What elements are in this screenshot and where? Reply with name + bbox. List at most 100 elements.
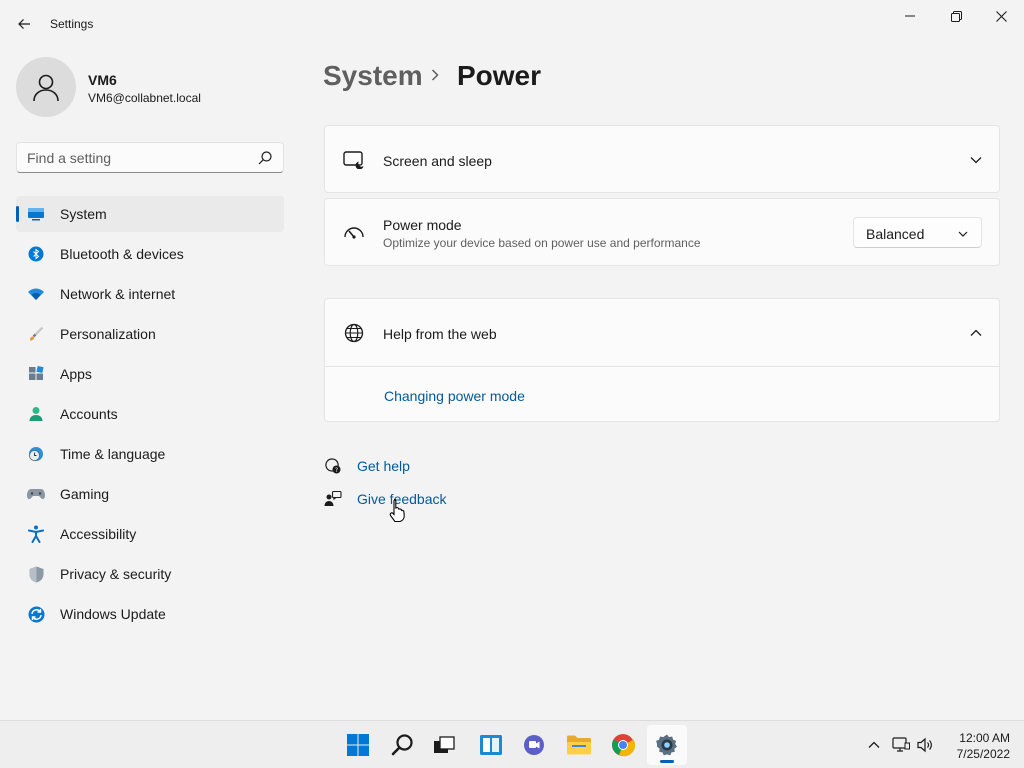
file-explorer-button[interactable] [559, 725, 599, 765]
changing-power-mode-link[interactable]: Changing power mode [384, 388, 525, 404]
network-tray-button[interactable] [891, 735, 911, 755]
search-input[interactable] [17, 143, 247, 172]
back-button[interactable] [10, 10, 38, 38]
search-box[interactable] [16, 142, 284, 173]
sidebar-item-network[interactable]: Network & internet [16, 276, 284, 312]
power-mode-title: Power mode [383, 217, 462, 233]
sidebar-nav: System Bluetooth & devices Network & int… [16, 196, 284, 636]
sidebar-item-label: Bluetooth & devices [60, 246, 184, 262]
speaker-icon [917, 737, 932, 753]
power-mode-description: Optimize your device based on power use … [383, 236, 701, 250]
task-view-button[interactable] [424, 725, 464, 765]
close-button[interactable] [978, 0, 1024, 32]
sidebar-item-label: Privacy & security [60, 566, 172, 582]
settings-icon [656, 734, 677, 756]
show-hidden-icons-button[interactable] [864, 735, 884, 755]
sidebar-item-label: Accounts [60, 406, 118, 422]
get-help-link[interactable]: Get help [357, 458, 410, 474]
task-view-icon [434, 736, 455, 753]
taskbar: 12:00 AM 7/25/2022 [0, 720, 1024, 768]
close-icon [995, 10, 1007, 22]
sidebar-item-windows-update[interactable]: Windows Update [16, 596, 284, 632]
globe-icon [343, 322, 365, 344]
start-button[interactable] [338, 725, 378, 765]
accounts-icon [27, 405, 45, 423]
search-icon[interactable] [257, 150, 273, 166]
screen-sleep-card[interactable]: Screen and sleep [324, 125, 1000, 193]
clock-globe-icon [27, 445, 45, 463]
teams-chat-icon [524, 735, 544, 755]
file-explorer-icon [567, 735, 591, 755]
breadcrumb-system[interactable]: System [323, 60, 423, 92]
ethernet-icon [892, 737, 910, 752]
sidebar-item-label: Accessibility [60, 526, 137, 542]
get-help-icon: ? [324, 457, 342, 475]
power-mode-card: Power mode Optimize your device based on… [324, 198, 1000, 266]
sidebar-item-bluetooth[interactable]: Bluetooth & devices [16, 236, 284, 272]
user-name: VM6 [88, 72, 117, 88]
sidebar-item-label: System [60, 206, 107, 222]
gamepad-icon [27, 485, 45, 503]
system-icon [27, 205, 45, 223]
restore-icon [950, 10, 962, 22]
avatar[interactable] [16, 57, 76, 117]
sidebar-item-label: Time & language [60, 446, 166, 462]
sidebar-item-label: Gaming [60, 486, 110, 502]
svg-text:?: ? [335, 467, 338, 474]
taskbar-search-button[interactable] [383, 725, 423, 765]
sidebar-item-time-language[interactable]: Time & language [16, 436, 284, 472]
user-icon [33, 74, 59, 102]
page-title: Power [457, 60, 542, 91]
hand-cursor-icon [389, 498, 405, 522]
brush-icon [27, 325, 45, 343]
help-from-web-header[interactable]: Help from the web [325, 299, 999, 366]
settings-taskbar-button[interactable] [647, 725, 687, 765]
sidebar-item-label: Personalization [60, 326, 156, 342]
sidebar-item-system[interactable]: System [16, 196, 284, 232]
chevron-right-icon [431, 69, 439, 81]
clock-time: 12:00 AM [959, 731, 1010, 745]
power-mode-dropdown[interactable]: Balanced [853, 217, 982, 248]
user-email: VM6@collabnet.local [88, 91, 201, 105]
sidebar-item-gaming[interactable]: Gaming [16, 476, 284, 512]
minimize-button[interactable] [887, 0, 933, 32]
clock-date: 7/25/2022 [956, 747, 1010, 761]
power-mode-selected-value: Balanced [866, 226, 925, 242]
sidebar-item-apps[interactable]: Apps [16, 356, 284, 392]
sidebar-item-accessibility[interactable]: Accessibility [16, 516, 284, 552]
screen-sleep-title: Screen and sleep [383, 153, 492, 169]
get-help-row[interactable]: ? Get help [324, 457, 410, 475]
sidebar-item-accounts[interactable]: Accounts [16, 396, 284, 432]
give-feedback-row[interactable]: Give feedback [324, 490, 447, 508]
app-title: Settings [50, 17, 94, 31]
volume-tray-button[interactable] [916, 735, 936, 755]
sidebar-item-personalization[interactable]: Personalization [16, 316, 284, 352]
system-clock[interactable]: 12:00 AM 7/25/2022 [944, 730, 1010, 762]
chrome-button[interactable] [603, 725, 643, 765]
widgets-icon [480, 735, 502, 755]
sidebar-item-label: Apps [60, 366, 92, 382]
help-from-web-title: Help from the web [383, 326, 497, 342]
chevron-down-icon [970, 157, 982, 164]
search-icon [391, 734, 413, 756]
feedback-icon [324, 490, 342, 508]
minimize-icon [905, 15, 915, 17]
title-bar: Settings [0, 0, 1024, 48]
chevron-down-icon [958, 231, 968, 237]
card-divider [325, 366, 999, 367]
sidebar-item-label: Network & internet [60, 286, 176, 302]
sidebar-item-label: Windows Update [60, 606, 166, 622]
accessibility-icon [27, 525, 45, 543]
speedometer-icon [343, 222, 365, 244]
sidebar-item-privacy-security[interactable]: Privacy & security [16, 556, 284, 592]
back-arrow-icon [18, 19, 30, 29]
update-icon [27, 605, 45, 623]
wifi-icon [27, 285, 45, 303]
restore-button[interactable] [933, 0, 979, 32]
screen-sleep-icon [343, 149, 365, 171]
shield-icon [27, 565, 45, 583]
chrome-icon [612, 734, 635, 757]
teams-chat-button[interactable] [514, 725, 554, 765]
start-icon [347, 734, 369, 756]
widgets-button[interactable] [471, 725, 511, 765]
